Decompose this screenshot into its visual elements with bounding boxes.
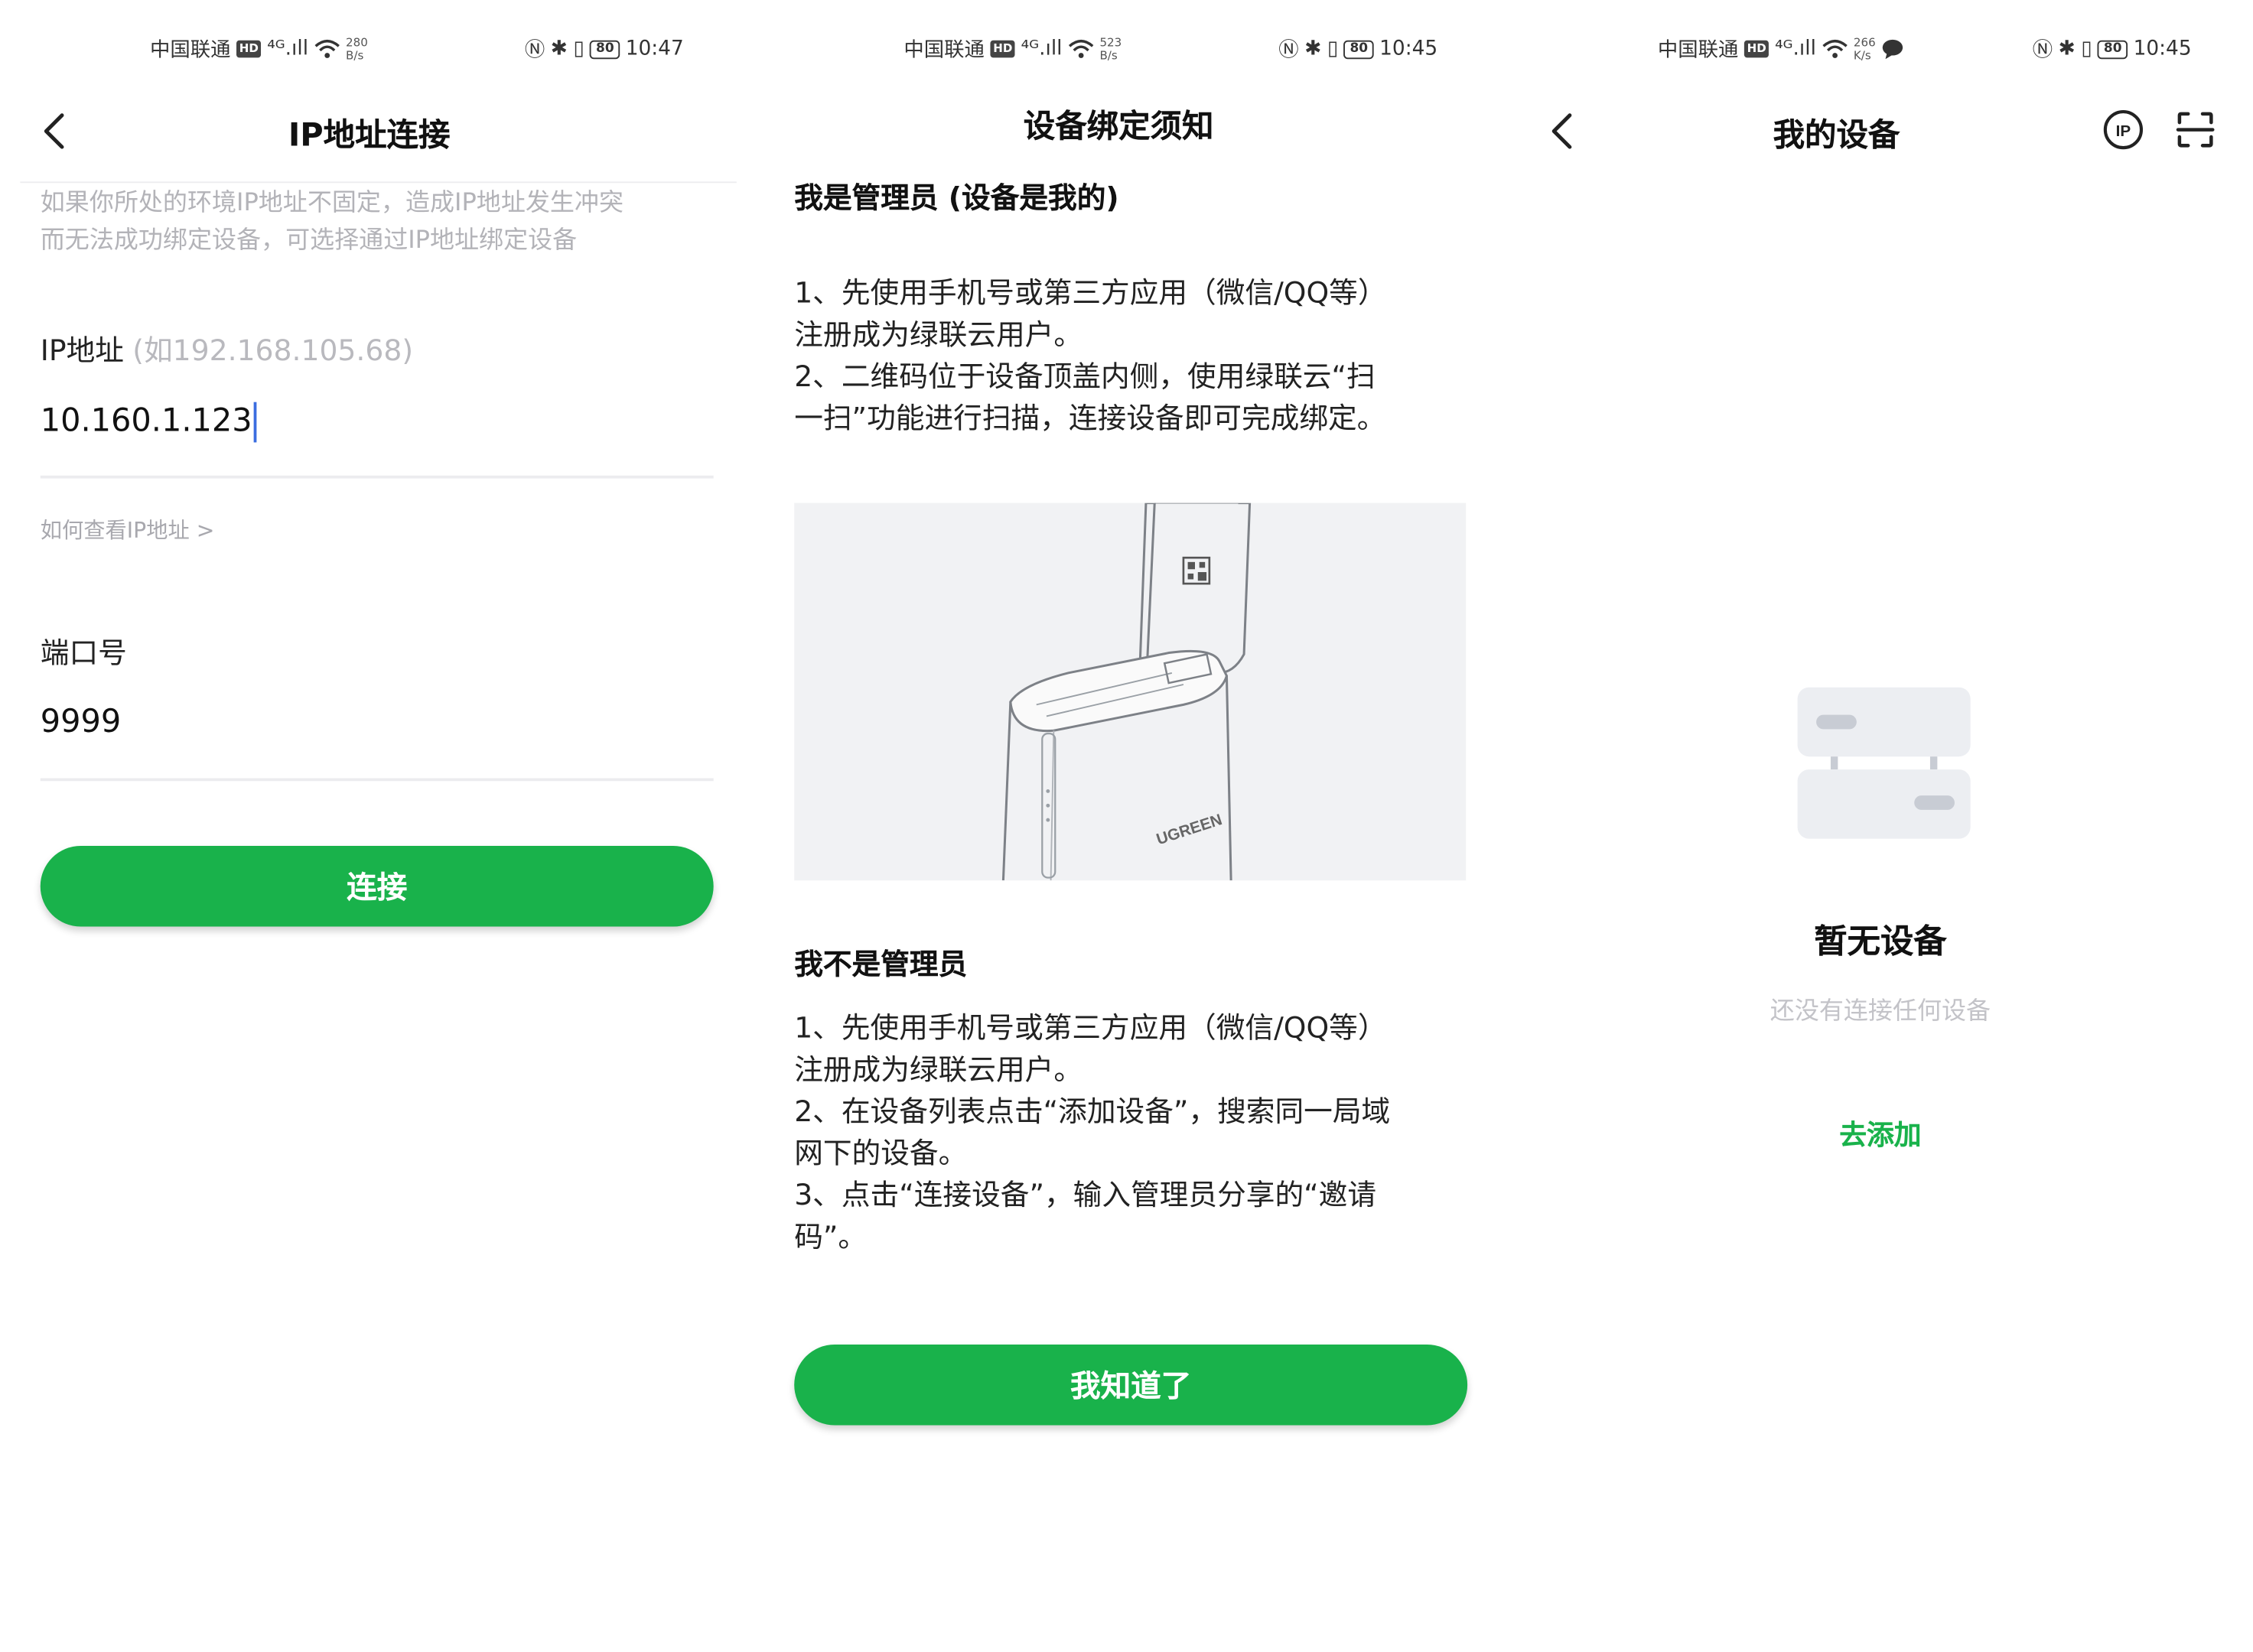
status-bar-left: 中国联通 HD ⁴ᴳ.ıll 523 B/s bbox=[903, 34, 1122, 63]
instruction-line: 1、先使用手机号或第三方应用（微信/QQ等） bbox=[794, 275, 1387, 311]
chevron-left-icon bbox=[1551, 113, 1572, 149]
ip-field-label: IP地址 (如192.168.105.68) bbox=[41, 327, 413, 369]
carrier-label: 中国联通 bbox=[903, 38, 985, 63]
scan-icon bbox=[2176, 112, 2215, 148]
net-speed-unit: B/s bbox=[1099, 49, 1118, 63]
empty-state-title: 暂无设备 bbox=[1814, 923, 1947, 961]
port-input[interactable]: 9999 bbox=[41, 704, 122, 740]
status-bar-right: Ⓝ ✱ ▯ 80 10:47 bbox=[525, 34, 684, 63]
hd-badge: HD bbox=[1743, 40, 1770, 58]
ip-circle-icon: IP bbox=[2103, 109, 2144, 150]
back-button[interactable] bbox=[1542, 109, 1586, 153]
vibrate-icon: ▯ bbox=[573, 37, 584, 61]
instruction-line: 注册成为绿联云用户。 bbox=[794, 317, 1083, 352]
net-speed-unit: B/s bbox=[346, 49, 364, 63]
device-brand-text: UGREEN bbox=[1154, 811, 1224, 848]
instruction-line: 2、在设备列表点击“添加设备”，搜索同一局域 bbox=[794, 1094, 1391, 1129]
status-bar-left: 中国联通 HD ⁴ᴳ.ıll 280 B/s bbox=[150, 34, 368, 63]
instruction-line: 码”。 bbox=[794, 1219, 868, 1254]
vibrate-icon: ▯ bbox=[1327, 37, 1339, 61]
battery-icon: 80 bbox=[590, 39, 620, 59]
ip-example: (如192.168.105.68) bbox=[132, 333, 414, 368]
server-stack-icon bbox=[1797, 687, 1971, 839]
hint-line: 而无法成功绑定设备，可选择通过IP地址绑定设备 bbox=[40, 226, 578, 255]
hd-badge: HD bbox=[990, 40, 1016, 58]
ip-address-input[interactable]: 10.160.1.123 bbox=[41, 402, 257, 443]
ip-connect-button[interactable]: IP bbox=[2102, 108, 2145, 157]
net-speed-value: 523 bbox=[1099, 36, 1122, 50]
signal-icon: ⁴ᴳ.ıll bbox=[267, 37, 309, 61]
admin-instructions: 1、先使用手机号或第三方应用（微信/QQ等） 注册成为绿联云用户。 2、二维码位… bbox=[794, 272, 1472, 440]
nas-device-drawing: UGREEN bbox=[1001, 502, 1252, 881]
status-bar-left: 中国联通 HD ⁴ᴳ.ıll 266 K/s bbox=[1658, 34, 1905, 63]
nfc-icon: Ⓝ bbox=[524, 38, 545, 63]
connect-button[interactable]: 连接 bbox=[40, 846, 714, 927]
wifi-icon bbox=[1822, 40, 1848, 58]
carrier-label: 中国联通 bbox=[1657, 38, 1739, 63]
instruction-line: 3、点击“连接设备”，输入管理员分享的“邀请 bbox=[794, 1177, 1377, 1212]
ip-field-underline bbox=[40, 475, 714, 479]
ip-hint-text: 如果你所处的环境IP地址不固定，造成IP地址发生冲突 而无法成功绑定设备，可选择… bbox=[41, 184, 718, 259]
device-qr-illustration: UGREEN bbox=[794, 502, 1467, 881]
clock: 10:47 bbox=[625, 37, 684, 61]
empty-state-subtitle: 还没有连接任何设备 bbox=[1770, 997, 1991, 1026]
status-bar-right: Ⓝ ✱ ▯ 80 10:45 bbox=[2033, 34, 2192, 63]
instruction-line: 一扫”功能进行扫描，连接设备即可完成绑定。 bbox=[794, 400, 1386, 436]
carrier-label: 中国联通 bbox=[149, 38, 231, 63]
instruction-line: 网下的设备。 bbox=[794, 1135, 968, 1170]
port-label: 端口号 bbox=[40, 635, 127, 671]
non-admin-section-title: 我不是管理员 bbox=[794, 946, 968, 982]
instruction-line: 注册成为绿联云用户。 bbox=[794, 1052, 1083, 1087]
non-admin-instructions: 1、先使用手机号或第三方应用（微信/QQ等） 注册成为绿联云用户。 2、在设备列… bbox=[794, 1007, 1472, 1258]
ip-connect-screen: 中国联通 HD ⁴ᴳ.ıll 280 B/s Ⓝ ✱ ▯ 80 10:47 IP地… bbox=[0, 0, 751, 1652]
bluetooth-icon: ✱ bbox=[2058, 37, 2076, 61]
admin-section-title: 我是管理员 (设备是我的) bbox=[794, 180, 1119, 215]
net-speed: 280 B/s bbox=[346, 36, 368, 62]
hint-line: 如果你所处的环境IP地址不固定，造成IP地址发生冲突 bbox=[40, 188, 623, 218]
back-button[interactable] bbox=[34, 109, 78, 153]
hd-badge: HD bbox=[236, 40, 262, 58]
instruction-line: 1、先使用手机号或第三方应用（微信/QQ等） bbox=[794, 1010, 1387, 1046]
wifi-icon bbox=[314, 40, 340, 58]
battery-icon: 80 bbox=[1343, 39, 1374, 59]
text-cursor bbox=[253, 402, 257, 443]
net-speed-value: 280 bbox=[346, 36, 368, 50]
net-speed-value: 266 bbox=[1853, 36, 1876, 50]
my-devices-screen: 中国联通 HD ⁴ᴳ.ıll 266 K/s Ⓝ ✱ ▯ 80 10:45 我的设… bbox=[1507, 0, 2253, 1652]
status-bar-right: Ⓝ ✱ ▯ 80 10:45 bbox=[1278, 34, 1437, 63]
signal-icon: ⁴ᴳ.ıll bbox=[1021, 37, 1063, 61]
net-speed-unit: K/s bbox=[1853, 49, 1871, 63]
nfc-icon: Ⓝ bbox=[1278, 38, 1299, 63]
clock: 10:45 bbox=[1379, 37, 1438, 61]
signal-icon: ⁴ᴳ.ıll bbox=[1775, 37, 1816, 61]
port-field-underline bbox=[40, 778, 714, 782]
wifi-icon bbox=[1068, 40, 1094, 58]
chevron-left-icon bbox=[44, 113, 64, 149]
page-title: 我的设备 bbox=[1773, 118, 1900, 154]
message-bubble-icon bbox=[1883, 39, 1903, 60]
header-divider bbox=[20, 181, 737, 184]
net-speed: 523 B/s bbox=[1099, 36, 1122, 62]
battery-icon: 80 bbox=[2098, 39, 2128, 59]
page-title: 设备绑定须知 bbox=[1023, 109, 1214, 146]
net-speed: 266 K/s bbox=[1854, 36, 1876, 62]
page-title: IP地址连接 bbox=[288, 118, 451, 154]
bluetooth-icon: ✱ bbox=[1304, 37, 1322, 61]
vibrate-icon: ▯ bbox=[2081, 37, 2092, 61]
ip-icon-label: IP bbox=[2116, 122, 2131, 140]
instruction-line: 2、二维码位于设备顶盖内侧，使用绿联云“扫 bbox=[794, 359, 1376, 394]
bluetooth-icon: ✱ bbox=[550, 37, 568, 61]
empty-devices-illustration bbox=[1796, 686, 1972, 847]
how-to-find-ip-link[interactable]: 如何查看IP地址 > bbox=[41, 515, 215, 545]
scan-button[interactable] bbox=[2175, 109, 2216, 155]
add-device-link[interactable]: 去添加 bbox=[1508, 1114, 2253, 1153]
ip-label: IP地址 bbox=[40, 333, 124, 368]
nfc-icon: Ⓝ bbox=[2032, 38, 2053, 63]
got-it-button[interactable]: 我知道了 bbox=[794, 1344, 1468, 1426]
ip-address-value: 10.160.1.123 bbox=[40, 403, 252, 440]
clock: 10:45 bbox=[2133, 37, 2192, 61]
